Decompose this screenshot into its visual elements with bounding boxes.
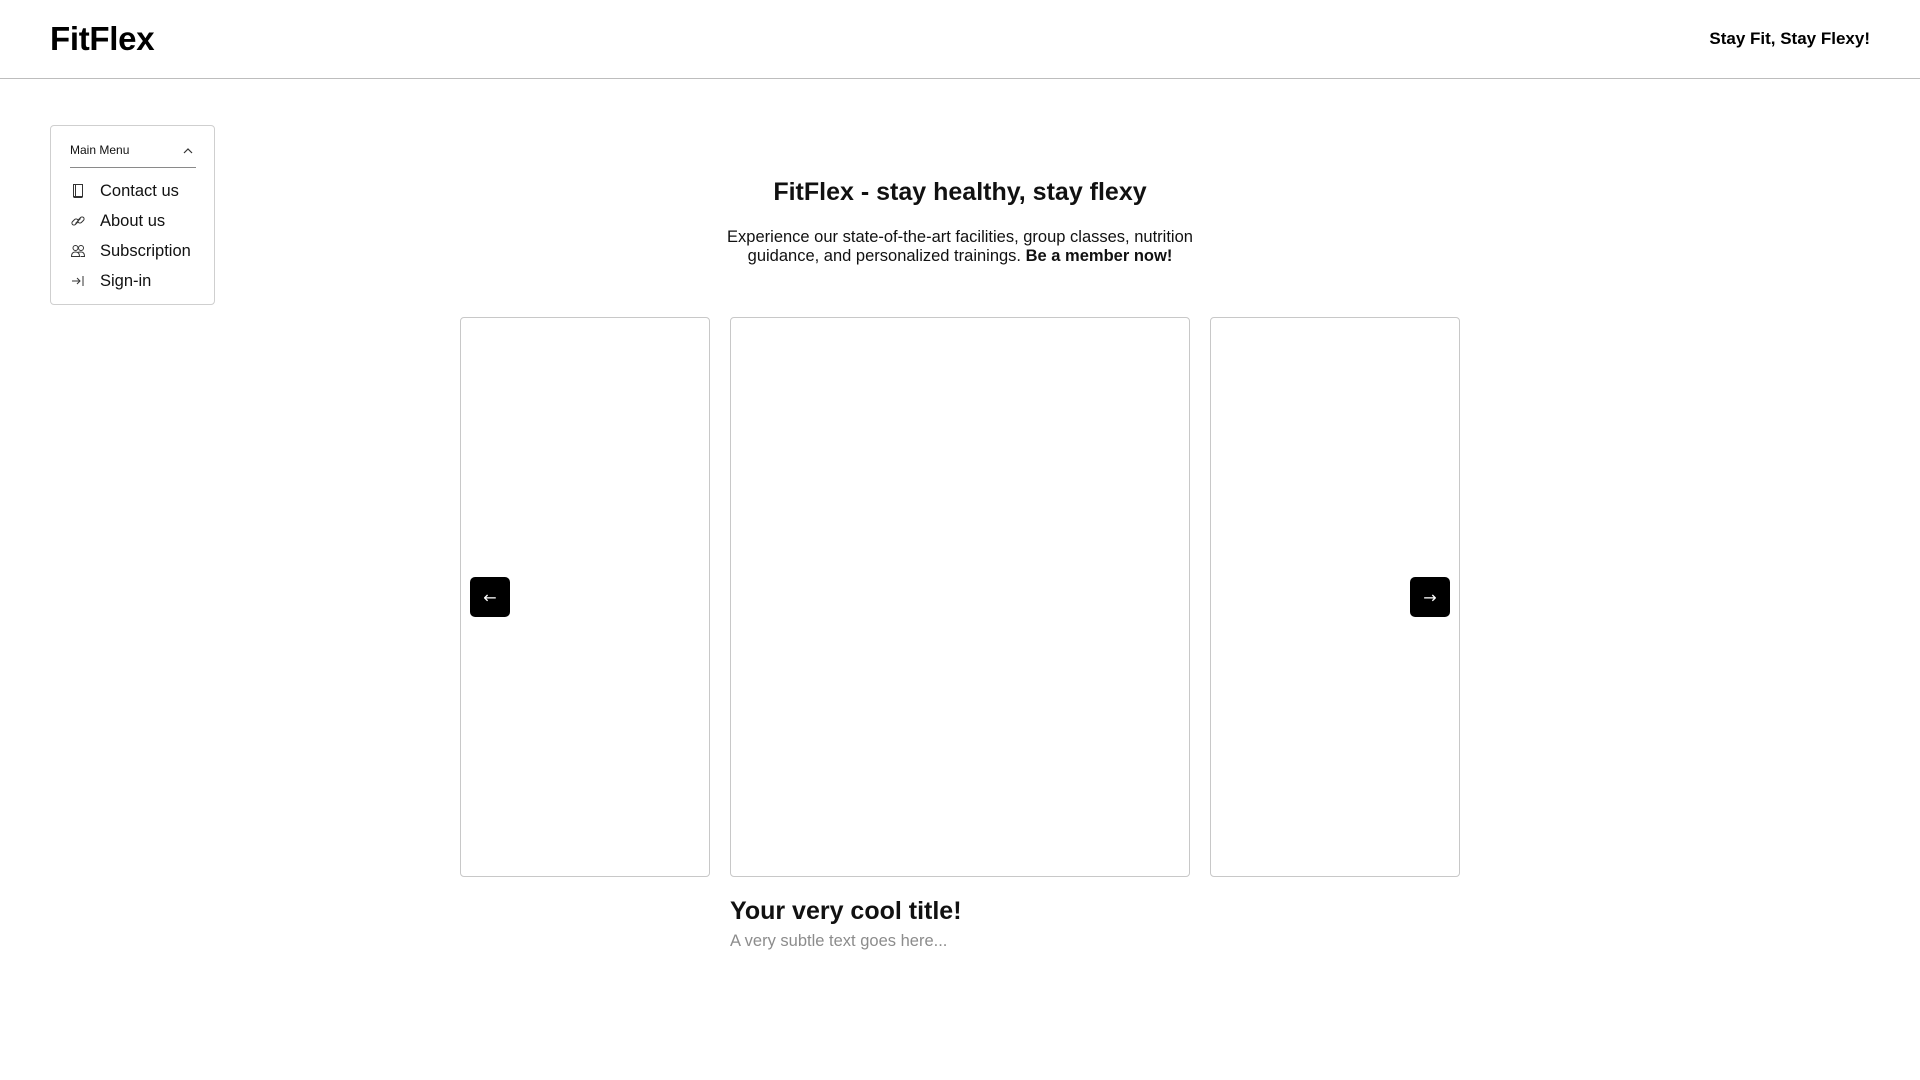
carousel-card-active[interactable] (730, 317, 1190, 877)
slide-subtitle: A very subtle text goes here... (730, 932, 948, 950)
hero-cta[interactable]: Be a member now! (1026, 247, 1173, 265)
slide-title: Your very cool title! (730, 897, 962, 925)
main-menu-title: Main Menu (70, 143, 130, 157)
sign-in-icon (70, 273, 86, 289)
users-icon (70, 243, 86, 259)
hero-title: FitFlex - stay healthy, stay flexy (0, 178, 1920, 207)
arrow-left-icon: ← (483, 587, 497, 607)
hero-title-rest: - stay healthy, stay flexy (853, 178, 1147, 206)
menu-item-subscription[interactable]: Subscription (70, 236, 210, 266)
arrow-right-icon: → (1423, 587, 1437, 607)
logo[interactable]: FitFlex (50, 20, 155, 58)
menu-item-about-us[interactable]: About us (70, 206, 210, 236)
site-header: FitFlex Stay Fit, Stay Flexy! (0, 0, 1920, 79)
menu-item-sign-in[interactable]: Sign-in (70, 266, 210, 296)
chevron-up-icon (183, 148, 193, 154)
main-menu-toggle[interactable]: Main Menu (70, 138, 196, 168)
menu-item-label: Sign-in (100, 271, 152, 290)
hero-subtitle: Experience our state-of-the-art faciliti… (710, 228, 1210, 266)
main-menu: Main Menu Contact us About us Subscripti… (50, 125, 215, 305)
hero-brand: FitFlex (773, 178, 854, 206)
carousel-next-button[interactable]: → (1410, 577, 1450, 617)
menu-item-label: Subscription (100, 241, 191, 260)
menu-item-label: About us (100, 211, 166, 230)
link-icon (70, 213, 86, 229)
carousel-prev-button[interactable]: ← (470, 577, 510, 617)
tagline: Stay Fit, Stay Flexy! (1709, 29, 1870, 48)
